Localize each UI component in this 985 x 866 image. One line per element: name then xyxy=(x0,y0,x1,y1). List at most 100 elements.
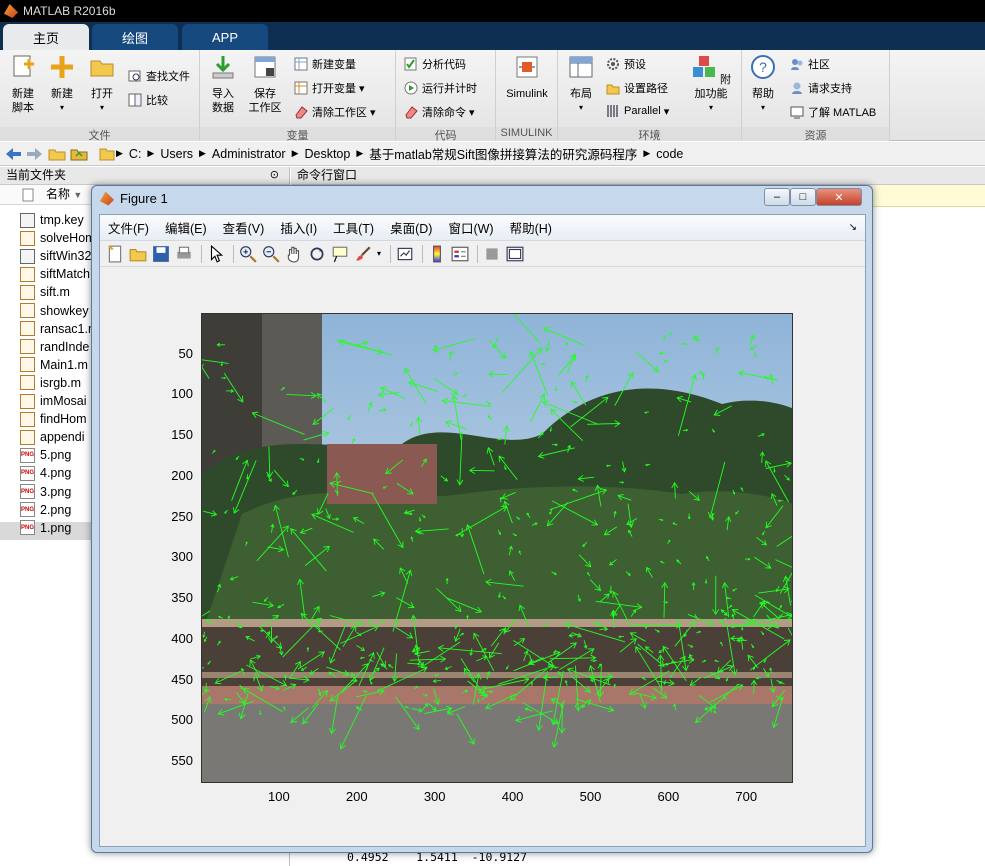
file-list-item[interactable]: appendi xyxy=(20,428,85,446)
brush-icon[interactable] xyxy=(354,245,372,263)
file-list-item[interactable]: PNG 3.png xyxy=(20,483,71,501)
png-file-icon: PNG xyxy=(20,502,35,518)
menu-file[interactable]: 文件(F) xyxy=(108,218,149,237)
file-list-item[interactable]: siftMatch xyxy=(20,265,90,283)
tab-apps[interactable]: APP xyxy=(182,24,268,50)
figure-title-bar: Figure 1 xyxy=(100,191,168,206)
file-list-item[interactable]: showkey xyxy=(20,302,89,320)
back-arrow-icon[interactable] xyxy=(4,147,22,161)
community-button[interactable]: 社区 xyxy=(790,56,830,72)
file-list-item[interactable]: Main1.m xyxy=(20,356,88,374)
up-folder-icon[interactable] xyxy=(48,147,66,161)
forward-arrow-icon[interactable] xyxy=(26,147,44,161)
open-button[interactable]: 打开 ▾ xyxy=(86,54,118,115)
pan-hand-icon[interactable] xyxy=(285,245,303,263)
figure-title: Figure 1 xyxy=(120,191,168,206)
rotate-3d-icon[interactable] xyxy=(308,245,326,263)
keypoint-vector xyxy=(543,676,558,679)
new-script-button[interactable]: 新建 脚本 xyxy=(6,54,40,115)
clear-workspace-button[interactable]: 清除工作区 ▾ xyxy=(294,104,376,120)
preferences-button[interactable]: 预设 xyxy=(606,56,646,72)
addons-button[interactable]: 附加功能 ▾ xyxy=(686,54,736,115)
breadcrumb-desktop[interactable]: Desktop xyxy=(304,147,350,161)
file-list-item[interactable]: imMosai xyxy=(20,392,87,410)
zoom-in-icon[interactable] xyxy=(239,245,257,263)
x-tick-label: 500 xyxy=(579,789,602,804)
menu-tools[interactable]: 工具(T) xyxy=(333,218,374,237)
simulink-group-label: SIMULINK xyxy=(496,127,557,141)
environment-group-label: 环境 xyxy=(558,127,741,142)
file-list-item[interactable]: PNG 5.png xyxy=(20,446,71,464)
breadcrumb-project-folder[interactable]: 基于matlab常规Sift图像拼接算法的研究源码程序 xyxy=(369,144,637,163)
find-files-button[interactable]: 查找文件 xyxy=(128,68,190,84)
m-file-icon xyxy=(20,411,35,427)
analyze-code-button[interactable]: 分析代码 xyxy=(404,56,466,72)
close-button[interactable]: ✕ xyxy=(816,188,862,206)
menu-insert[interactable]: 插入(I) xyxy=(280,218,317,237)
pointer-arrow-icon[interactable] xyxy=(207,244,225,263)
menu-desktop[interactable]: 桌面(D) xyxy=(390,218,432,237)
support-icon xyxy=(792,82,802,94)
clear-commands-button[interactable]: 清除命令 ▾ xyxy=(404,104,475,120)
file-list-item[interactable]: isrgb.m xyxy=(20,374,81,392)
new-variable-button[interactable]: 新建变量 xyxy=(294,56,356,72)
tab-plots[interactable]: 绘图 xyxy=(92,24,178,50)
colorbar-icon[interactable] xyxy=(428,245,446,263)
file-list-item[interactable]: PNG 1.png xyxy=(20,519,71,537)
file-list-item[interactable]: randInde xyxy=(20,338,89,356)
menu-window[interactable]: 窗口(W) xyxy=(448,218,493,237)
file-name: sift.m xyxy=(40,285,70,300)
save-figure-icon[interactable] xyxy=(152,245,170,263)
restore-button[interactable]: □ xyxy=(790,188,816,206)
file-list-item[interactable]: siftWin32 xyxy=(20,247,91,265)
show-plot-tools-icon[interactable] xyxy=(506,245,524,263)
hide-plot-tools-icon[interactable] xyxy=(483,245,501,263)
zoom-out-icon[interactable] xyxy=(262,245,280,263)
image-axes[interactable] xyxy=(201,313,793,783)
file-list-item[interactable]: findHom xyxy=(20,410,87,428)
menu-edit[interactable]: 编辑(E) xyxy=(165,218,207,237)
request-support-button[interactable]: 请求支持 xyxy=(790,80,852,96)
help-button[interactable]: ? 帮助 ▾ xyxy=(748,54,778,115)
import-data-button[interactable]: 导入 数据 xyxy=(206,54,240,115)
compare-button[interactable]: 比较 xyxy=(128,92,168,108)
file-list-item[interactable]: tmp.key xyxy=(20,211,84,229)
x-tick-label: 700 xyxy=(735,789,758,804)
file-list-item[interactable]: ransac1.m xyxy=(20,320,98,338)
breadcrumb-code[interactable]: code xyxy=(656,147,683,161)
parallel-button[interactable]: Parallel ▾ xyxy=(606,104,669,118)
simulink-button[interactable]: Simulink xyxy=(502,54,552,101)
layout-button[interactable]: 布局 ▾ xyxy=(564,54,598,115)
file-list-item[interactable]: PNG 4.png xyxy=(20,464,71,482)
variable-group: 导入 数据 保存 工作区 新建变量 打开变量 ▾ 清除工作区 ▾ 变量 xyxy=(200,50,396,142)
open-file-icon[interactable] xyxy=(129,245,147,263)
tab-home[interactable]: 主页 xyxy=(3,24,89,50)
file-list-item[interactable]: sift.m xyxy=(20,283,70,301)
print-icon[interactable] xyxy=(175,245,193,263)
open-variable-button[interactable]: 打开变量 ▾ xyxy=(294,80,365,96)
save-workspace-button[interactable]: 保存 工作区 xyxy=(246,54,284,115)
breadcrumb-users[interactable]: Users xyxy=(160,147,193,161)
run-and-time-button[interactable]: 运行并计时 xyxy=(404,80,477,96)
menu-view[interactable]: 查看(V) xyxy=(223,218,265,237)
panel-menu-icon[interactable]: ⊙ xyxy=(270,167,279,184)
breadcrumb-administrator[interactable]: Administrator xyxy=(212,147,286,161)
png-file-icon: PNG xyxy=(20,465,35,481)
analyze-code-icon xyxy=(404,57,417,71)
dock-arrow-icon[interactable]: ↘ xyxy=(849,222,857,233)
browse-folder-icon[interactable] xyxy=(70,147,88,161)
menu-help[interactable]: 帮助(H) xyxy=(510,218,552,237)
set-path-button[interactable]: 设置路径 xyxy=(606,80,668,96)
data-cursor-icon[interactable] xyxy=(331,245,349,263)
new-button[interactable]: 新建 ▾ xyxy=(46,54,78,115)
legend-icon[interactable] xyxy=(451,245,469,263)
figure-window[interactable]: Figure 1 ‒ □ ✕ 文件(F) 编辑(E) 查看(V) 插入(I) 工… xyxy=(91,185,873,853)
minimize-button[interactable]: ‒ xyxy=(764,188,790,206)
new-figure-icon[interactable] xyxy=(106,244,124,263)
breadcrumb-drive[interactable]: C: xyxy=(129,147,142,161)
link-plot-icon[interactable] xyxy=(396,245,414,263)
learn-matlab-button[interactable]: 了解 MATLAB xyxy=(790,104,876,120)
app-title-bar: MATLAB R2016b xyxy=(0,0,985,22)
file-list-item[interactable]: solveHom xyxy=(20,229,96,247)
file-list-item[interactable]: PNG 2.png xyxy=(20,501,71,519)
